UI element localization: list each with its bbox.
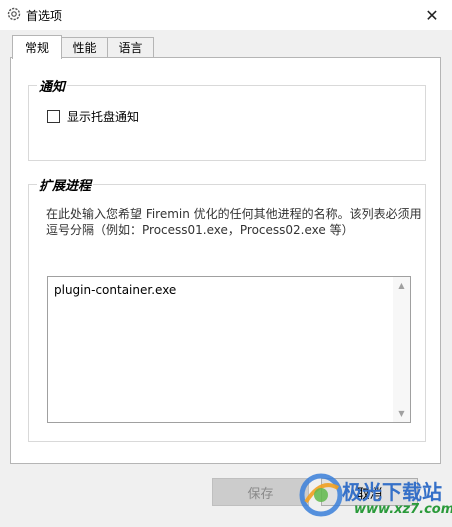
tab-label: 常规 — [24, 41, 49, 55]
notifications-group-title: 通知 — [37, 76, 68, 95]
tab-label: 性能 — [72, 41, 97, 55]
gear-icon — [7, 7, 21, 21]
process-list-textarea[interactable]: plugin-container.exe ▲ ▼ — [47, 276, 411, 423]
general-tab-panel: 通知 显示托盘通知 扩展进程 在此处输入您希望 Firemin 优化的任何其他进… — [10, 57, 441, 464]
title-bar: 首选项 ✕ — [0, 0, 452, 30]
scroll-down-icon[interactable]: ▼ — [393, 405, 410, 422]
save-button[interactable]: 保存 — [212, 478, 309, 506]
close-icon: ✕ — [425, 5, 439, 25]
tray-notifications-checkbox[interactable] — [47, 110, 60, 123]
window-title: 首选项 — [26, 9, 63, 23]
tab-performance[interactable]: 性能 — [61, 37, 108, 57]
extension-processes-description: 在此处输入您希望 Firemin 优化的任何其他进程的名称。该列表必须用逗号分隔… — [46, 207, 422, 237]
watermark-url: www.xz7.com — [354, 502, 452, 517]
process-list-entry: plugin-container.exe — [54, 283, 177, 297]
watermark-text: 极光下载站 — [342, 480, 442, 504]
tab-general[interactable]: 常规 — [12, 35, 62, 59]
save-button-label: 保存 — [247, 486, 274, 502]
tray-notifications-label[interactable]: 显示托盘通知 — [67, 108, 139, 125]
watermark: 极光下载站 www.xz7.com — [298, 468, 452, 524]
watermark-logo-icon — [299, 473, 343, 517]
close-button[interactable]: ✕ — [412, 0, 452, 30]
tab-language[interactable]: 语言 — [107, 37, 154, 57]
scroll-up-icon[interactable]: ▲ — [393, 277, 410, 294]
extension-processes-group-title: 扩展进程 — [37, 175, 94, 194]
vertical-scrollbar[interactable]: ▲ ▼ — [393, 277, 410, 422]
tab-label: 语言 — [118, 41, 143, 55]
